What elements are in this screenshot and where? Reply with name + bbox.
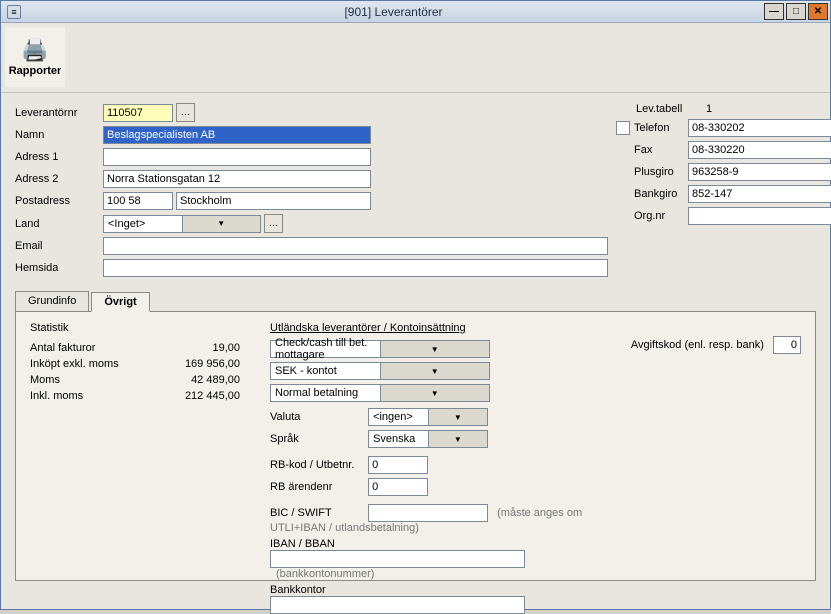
avgiftskod-label: Avgiftskod (enl. resp. bank) — [631, 339, 764, 351]
printer-icon: 🖨️ — [21, 37, 48, 63]
statistik-title: Statistik — [30, 322, 270, 334]
tab-grundinfo[interactable]: Grundinfo — [15, 291, 89, 311]
betalning-value: Normal betalning — [271, 387, 380, 399]
betalning-select[interactable]: Normal betalning ▼ — [270, 384, 490, 402]
bankkontor-label: Bankkontor — [270, 584, 365, 596]
tab-panel-ovrigt: Statistik Antal fakturor 19,00 Inköpt ex… — [15, 311, 816, 581]
orgnr-label: Org.nr — [616, 210, 688, 222]
email-input[interactable] — [103, 237, 608, 255]
moms-stat-label: Moms — [30, 374, 150, 386]
inkl-value: 212 445,00 — [150, 390, 240, 402]
valuta-value: <ingen> — [369, 411, 428, 423]
telefon-input[interactable] — [688, 119, 831, 137]
valuta-select[interactable]: <ingen> ▼ — [368, 408, 488, 426]
fax-label: Fax — [616, 144, 688, 156]
avgiftskod-input[interactable] — [773, 336, 801, 354]
levtabell-label: Lev.tabell — [636, 103, 706, 115]
iban-input[interactable] — [270, 550, 525, 568]
land-lookup-button[interactable]: … — [264, 214, 283, 233]
rapporter-label: Rapporter — [9, 65, 62, 77]
konto-value: SEK - kontot — [271, 365, 380, 377]
bankgiro-input[interactable] — [688, 185, 831, 203]
chevron-down-icon: ▼ — [182, 216, 261, 232]
tab-strip: Grundinfo Övrigt — [15, 291, 816, 311]
telefon-checkbox[interactable] — [616, 121, 630, 135]
konto-select[interactable]: SEK - kontot ▼ — [270, 362, 490, 380]
postadress-label: Postadress — [15, 195, 103, 207]
toolbar: 🖨️ Rapporter — [1, 23, 830, 93]
iban-label: IBAN / BBAN — [270, 538, 365, 550]
valuta-label: Valuta — [270, 411, 365, 423]
system-menu-icon[interactable]: ≡ — [7, 5, 21, 19]
maximize-button[interactable]: □ — [786, 3, 806, 20]
plusgiro-input[interactable] — [688, 163, 831, 181]
utl-title: Utländska leverantörer / Kontoinsättning — [270, 322, 600, 334]
iban-hint: (bankkontonummer) — [276, 568, 374, 580]
window: ≡ [901] Leverantörer — □ ✕ 🖨️ Rapporter … — [0, 0, 831, 610]
fax-input[interactable] — [688, 141, 831, 159]
orgnr-input[interactable] — [688, 207, 831, 225]
bic-input[interactable] — [368, 504, 488, 522]
bankkontor-input[interactable] — [270, 596, 525, 614]
adress2-label: Adress 2 — [15, 173, 103, 185]
chevron-down-icon: ▼ — [380, 363, 490, 379]
adress1-input[interactable] — [103, 148, 371, 166]
email-label: Email — [15, 240, 103, 252]
leverantornr-input[interactable] — [103, 104, 173, 122]
inkopt-value: 169 956,00 — [150, 358, 240, 370]
leverantornr-label: Leverantörnr — [15, 107, 103, 119]
namn-label: Namn — [15, 129, 103, 141]
levtabell-value: 1 — [706, 103, 712, 115]
sprak-value: Svenska — [369, 433, 428, 445]
close-button[interactable]: ✕ — [808, 3, 828, 20]
antal-value: 19,00 — [150, 342, 240, 354]
chevron-down-icon: ▼ — [428, 409, 488, 425]
betal-mottagare-select[interactable]: Check/cash till bet. mottagare ▼ — [270, 340, 490, 358]
sprak-label: Språk — [270, 433, 365, 445]
rbarende-input[interactable] — [368, 478, 428, 496]
hemsida-label: Hemsida — [15, 262, 103, 274]
telefon-label: Telefon — [634, 122, 688, 134]
bankgiro-label: Bankgiro — [616, 188, 688, 200]
rbkod-label: RB-kod / Utbetnr. — [270, 459, 365, 471]
sprak-select[interactable]: Svenska ▼ — [368, 430, 488, 448]
chevron-down-icon: ▼ — [380, 385, 490, 401]
rbarende-label: RB ärendenr — [270, 481, 365, 493]
chevron-down-icon: ▼ — [428, 431, 488, 447]
antal-label: Antal fakturor — [30, 342, 150, 354]
tab-ovrigt[interactable]: Övrigt — [91, 292, 149, 312]
minimize-button[interactable]: — — [764, 3, 784, 20]
content-area: Leverantörnr … Namn Adress 1 Adress 2 — [1, 93, 830, 609]
plusgiro-label: Plusgiro — [616, 166, 688, 178]
land-select[interactable]: <Inget> ▼ — [103, 215, 261, 233]
titlebar: ≡ [901] Leverantörer — □ ✕ — [1, 1, 830, 23]
namn-input[interactable] — [103, 126, 371, 144]
land-label: Land — [15, 218, 103, 230]
land-value: <Inget> — [104, 218, 182, 230]
moms-value: 42 489,00 — [150, 374, 240, 386]
adress2-input[interactable] — [103, 170, 371, 188]
chevron-down-icon: ▼ — [380, 341, 490, 357]
bic-label: BIC / SWIFT — [270, 507, 365, 519]
rapporter-button[interactable]: 🖨️ Rapporter — [5, 27, 65, 87]
inkopt-label: Inköpt exkl. moms — [30, 358, 150, 370]
hemsida-input[interactable] — [103, 259, 608, 277]
betal-mottagare-value: Check/cash till bet. mottagare — [271, 337, 380, 361]
leverantornr-lookup-button[interactable]: … — [176, 103, 195, 122]
postnr-input[interactable] — [103, 192, 173, 210]
inkl-label: Inkl. moms — [30, 390, 150, 402]
window-title: [901] Leverantörer — [25, 5, 762, 19]
rbkod-input[interactable] — [368, 456, 428, 474]
postort-input[interactable] — [176, 192, 371, 210]
adress1-label: Adress 1 — [15, 151, 103, 163]
